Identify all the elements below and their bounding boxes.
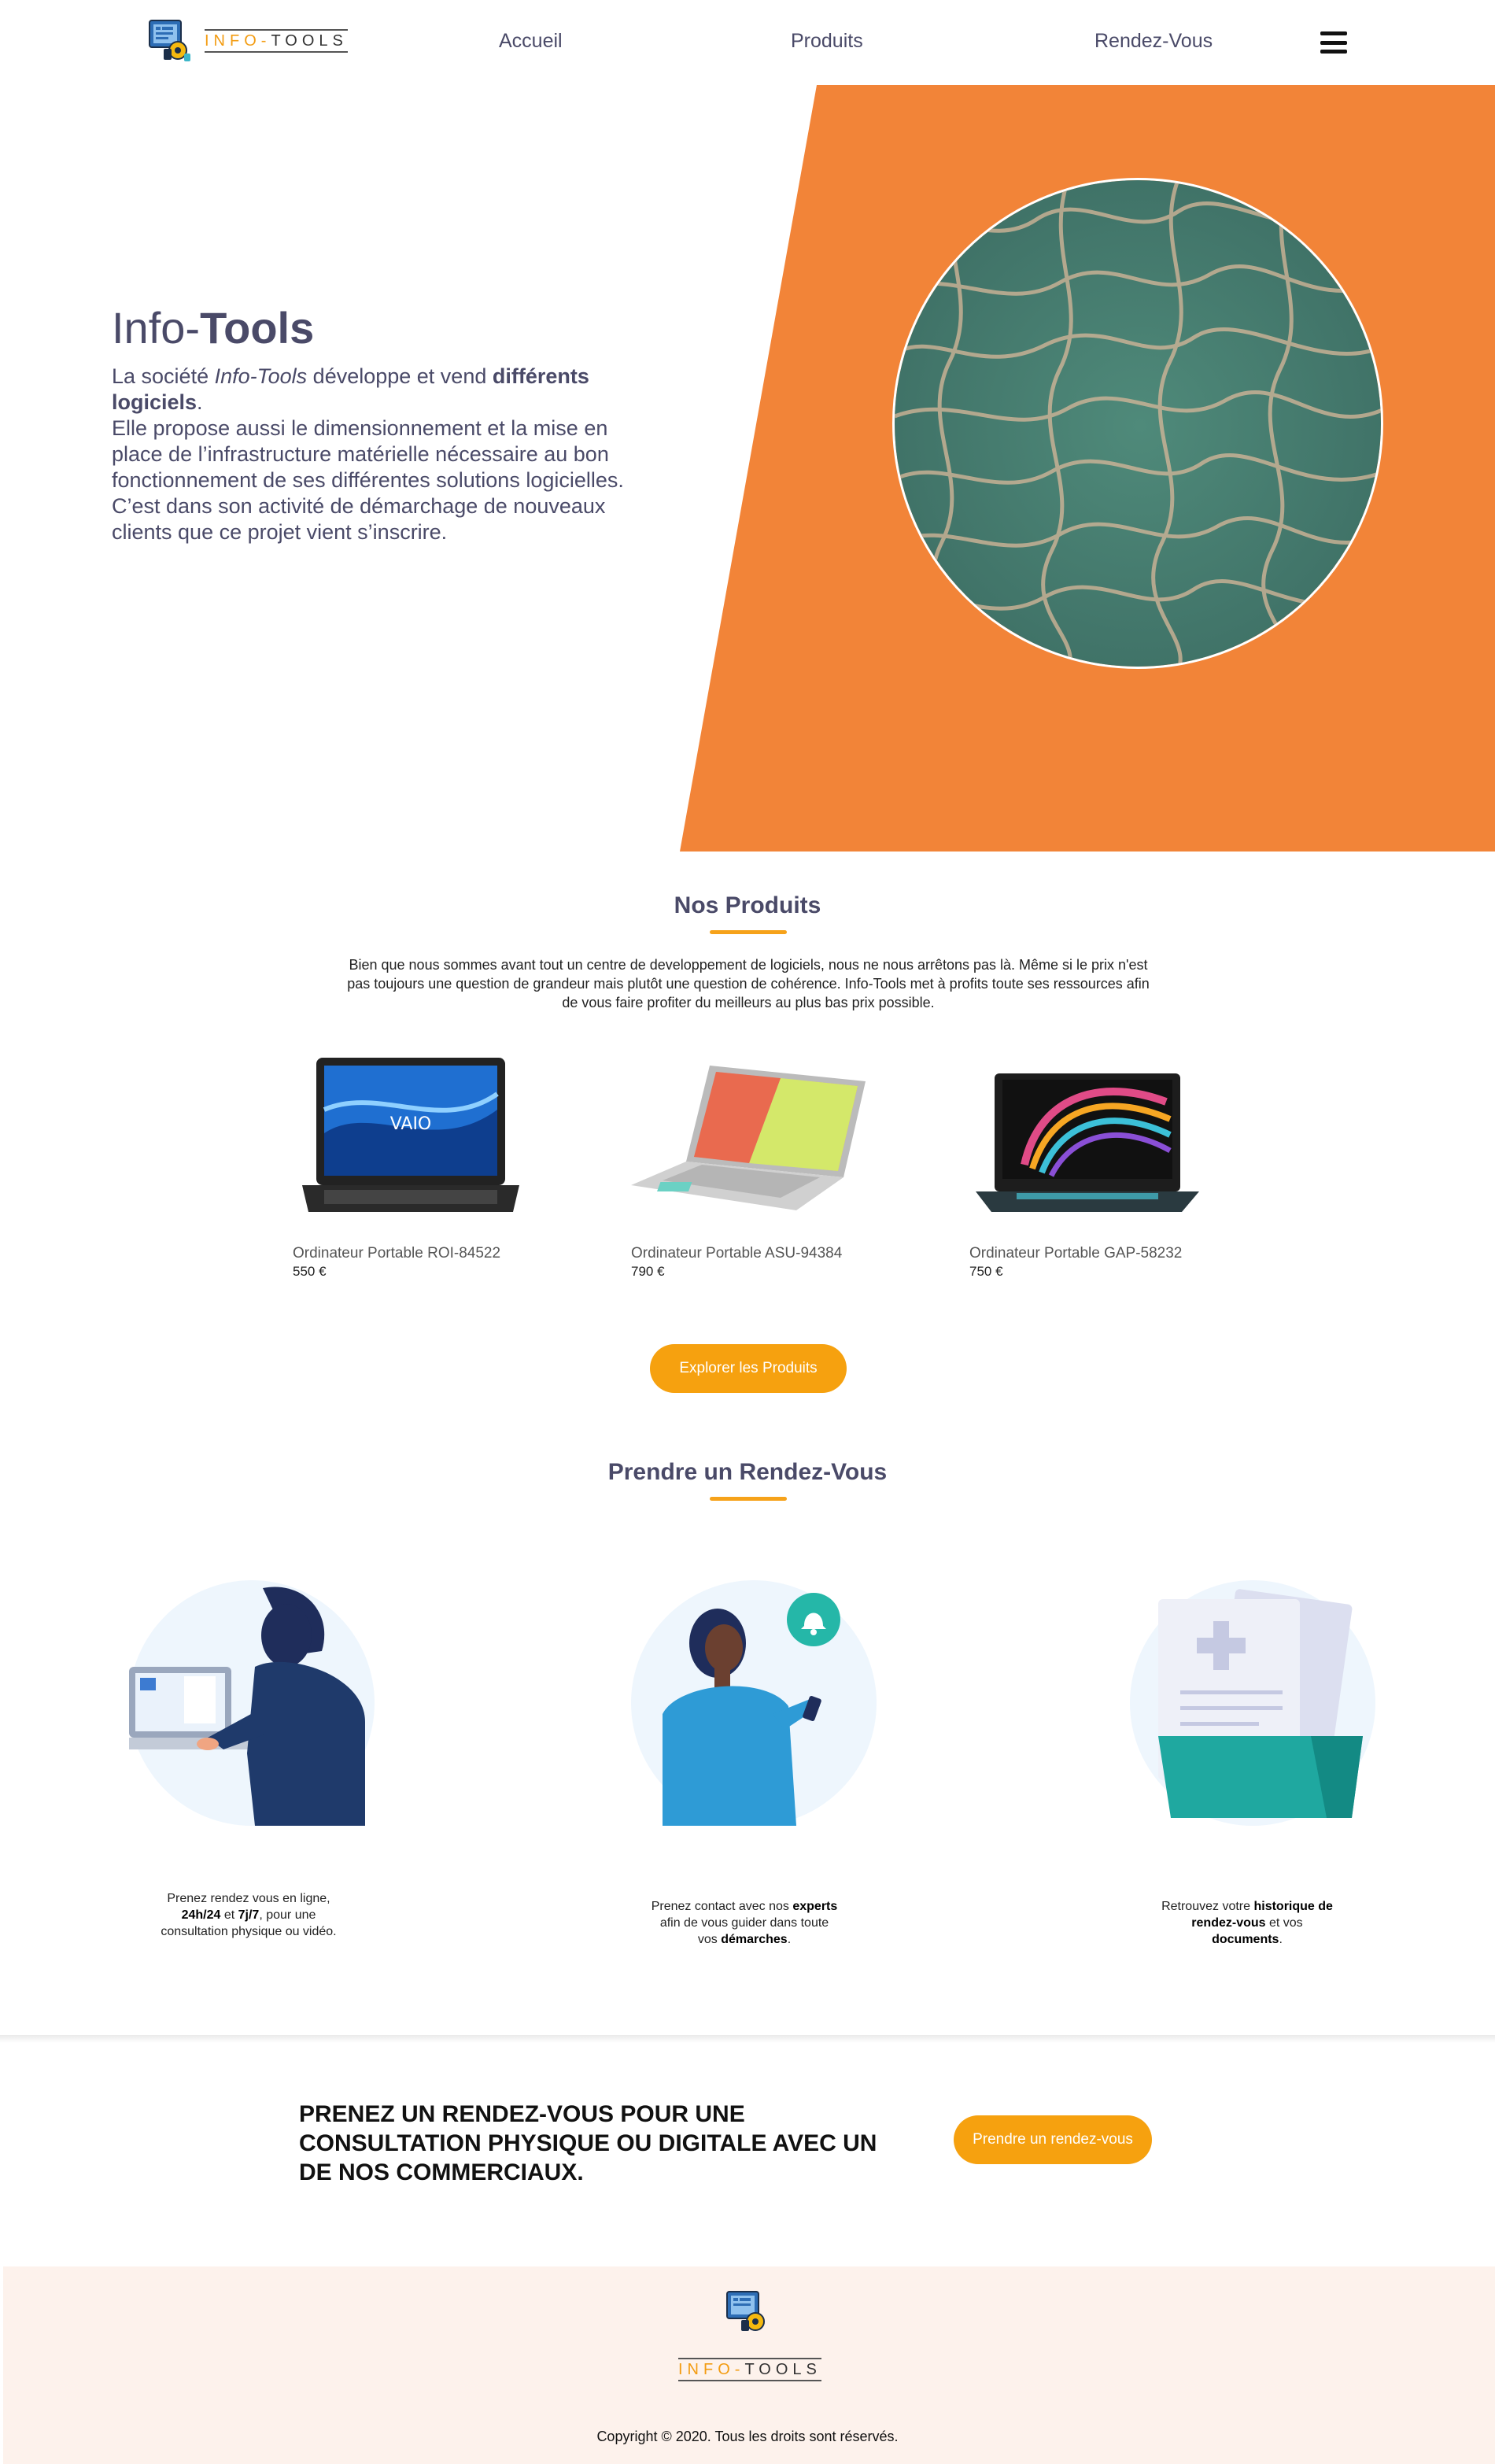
svg-text:VAIO: VAIO bbox=[390, 1114, 432, 1134]
laptop-image: VAIO bbox=[293, 1047, 529, 1236]
card2-text-1: Prenez contact avec nos bbox=[651, 1900, 793, 1913]
hero-text-brand: Info-Tools bbox=[214, 364, 308, 388]
card1-bold-1: 24h/24 bbox=[181, 1908, 221, 1922]
card2-bold-2: démarches bbox=[721, 1933, 788, 1946]
products-title-underline bbox=[710, 930, 787, 934]
hero-title-part1: Info- bbox=[112, 303, 201, 353]
footer-brand-part1: INFO- bbox=[678, 2361, 745, 2378]
products-section-title: Nos Produits bbox=[674, 892, 821, 918]
hero-paragraph-1: La société Info-Tools développe et vend … bbox=[112, 364, 663, 416]
product-name: Ordinateur Portable ASU-94384 bbox=[631, 1245, 843, 1262]
logo-icon bbox=[148, 19, 192, 63]
hero-text-e: . bbox=[197, 390, 203, 414]
hero-text-a: La société bbox=[112, 364, 215, 388]
nav-link-rendez-vous[interactable]: Rendez-Vous bbox=[1094, 30, 1213, 53]
footer-brand-wordmark: INFO-TOOLS bbox=[678, 2358, 821, 2381]
hero-water-image bbox=[892, 178, 1383, 669]
hero-paragraph-3: C’est dans son activité de démarchage de… bbox=[112, 494, 606, 544]
documents-history-illustration bbox=[1130, 1580, 1375, 1826]
brand-wordmark: INFO-TOOLS bbox=[205, 29, 348, 53]
card3-text-1: Retrouvez votre bbox=[1161, 1900, 1254, 1913]
laptop-image bbox=[631, 1047, 867, 1236]
hero-text-c: développe et vend bbox=[307, 364, 493, 388]
explore-products-button[interactable]: Explorer les Produits bbox=[650, 1344, 847, 1393]
online-booking-illustration bbox=[121, 1580, 375, 1826]
footer-brand-part2: TOOLS bbox=[744, 2361, 821, 2378]
top-navbar: INFO-TOOLS Accueil Produits Rendez-Vous bbox=[0, 0, 1495, 85]
section-divider bbox=[0, 2035, 1495, 2043]
laptop-image bbox=[969, 1047, 1205, 1236]
cta-heading: PRENEZ UN RENDEZ-VOUS POUR UNE CONSULTAT… bbox=[299, 2101, 877, 2185]
card1-text-1: Prenez rendez vous en ligne, bbox=[167, 1892, 330, 1905]
product-card[interactable]: Ordinateur Portable ASU-94384 790 € bbox=[631, 1047, 883, 1280]
brand-logo[interactable]: INFO-TOOLS bbox=[148, 19, 348, 63]
card1-text-2: et bbox=[220, 1908, 238, 1922]
card1-bold-2: 7j/7 bbox=[238, 1908, 260, 1922]
product-price: 790 € bbox=[631, 1264, 665, 1279]
appointment-card-text: Retrouvez votre historique de rendez-vou… bbox=[1157, 1898, 1338, 1948]
hero-title: Info-Tools bbox=[112, 302, 314, 353]
hero-title-part2: Tools bbox=[200, 303, 315, 353]
product-name: Ordinateur Portable ROI-84522 bbox=[293, 1245, 501, 1262]
nav-link-accueil[interactable]: Accueil bbox=[499, 30, 563, 53]
product-card[interactable]: VAIO Ordinateur Portable ROI-84522 550 € bbox=[293, 1047, 544, 1280]
card2-text-3: . bbox=[787, 1933, 792, 1946]
hero-description: La société Info-Tools développe et vend … bbox=[112, 364, 663, 545]
product-price: 550 € bbox=[293, 1264, 327, 1279]
product-name: Ordinateur Portable GAP-58232 bbox=[969, 1245, 1183, 1262]
contact-expert-illustration bbox=[631, 1580, 877, 1826]
card3-text-3: . bbox=[1279, 1933, 1283, 1946]
nav-link-produits[interactable]: Produits bbox=[791, 30, 863, 53]
hamburger-icon[interactable] bbox=[1320, 31, 1347, 54]
card3-bold-2: documents bbox=[1212, 1933, 1279, 1946]
products-intro: Bien que nous sommes avant tout un centr… bbox=[347, 957, 1150, 1010]
hero-paragraph-2: Elle propose aussi le dimensionnement et… bbox=[112, 416, 624, 492]
appointments-section-title: Prendre un Rendez-Vous bbox=[607, 1459, 888, 1485]
book-appointment-button[interactable]: Prendre un rendez-vous bbox=[954, 2115, 1152, 2164]
brand-name-part1: INFO- bbox=[205, 32, 271, 50]
copyright-text: Copyright © 2020. Tous les droits sont r… bbox=[596, 2429, 899, 2444]
appointments-title-underline bbox=[710, 1497, 787, 1501]
card2-bold-1: experts bbox=[792, 1900, 838, 1913]
card3-text-2: et vos bbox=[1265, 1916, 1303, 1930]
footer-logo-icon bbox=[725, 2290, 770, 2338]
brand-name-part2: TOOLS bbox=[271, 32, 348, 50]
product-price: 750 € bbox=[969, 1264, 1003, 1279]
product-card[interactable]: Ordinateur Portable GAP-58232 750 € bbox=[969, 1047, 1221, 1280]
appointment-card-text: Prenez rendez vous en ligne, 24h/24 et 7… bbox=[146, 1890, 351, 1940]
appointment-card-text: Prenez contact avec nos experts afin de … bbox=[650, 1898, 839, 1948]
